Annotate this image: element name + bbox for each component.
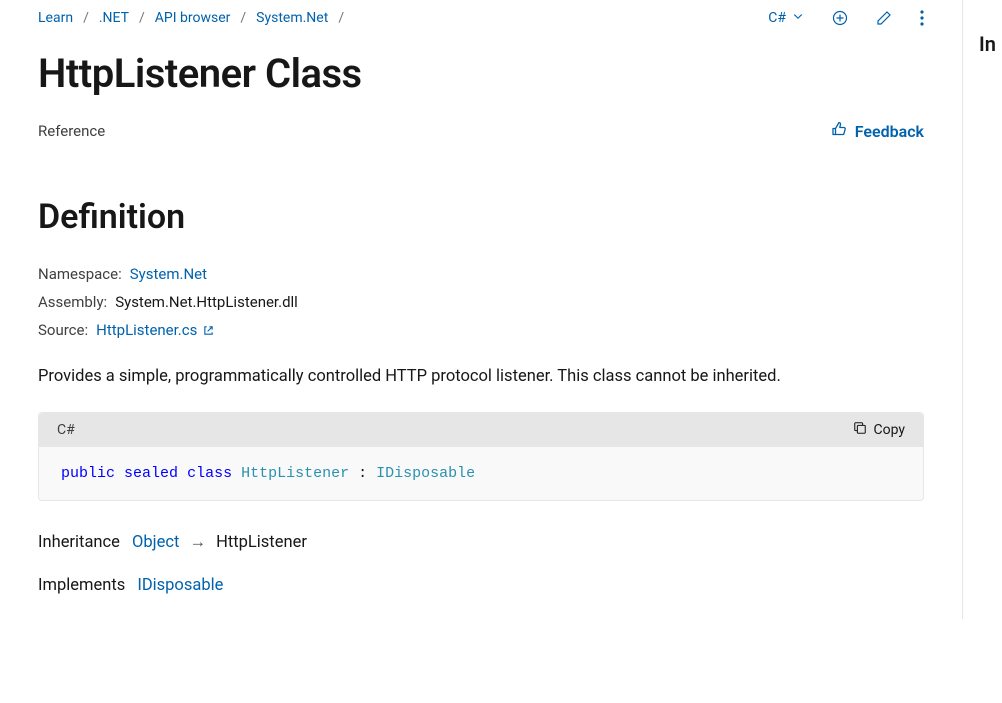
inheritance-label: Inheritance [38, 533, 120, 552]
implements-label: Implements [38, 576, 125, 595]
inheritance-row: Inheritance Object → HttpListener [38, 533, 924, 552]
copy-button[interactable]: Copy [853, 421, 905, 439]
add-icon[interactable] [832, 10, 848, 26]
breadcrumb-system-net[interactable]: System.Net [256, 10, 328, 26]
implements-link[interactable]: IDisposable [137, 576, 223, 595]
token-colon: : [358, 465, 376, 482]
feedback-label: Feedback [855, 122, 924, 141]
code-content: public sealed class HttpListener : IDisp… [39, 447, 923, 500]
token-keyword: sealed [124, 465, 178, 482]
language-picker[interactable]: C# [768, 10, 804, 26]
inheritance-base-link[interactable]: Object [132, 533, 179, 552]
namespace-label: Namespace: [38, 265, 122, 283]
token-type: HttpListener [241, 465, 349, 482]
assembly-label: Assembly: [38, 293, 107, 311]
code-block: C# Copy public sealed class HttpListener… [38, 412, 924, 501]
copy-label: Copy [873, 422, 905, 438]
implements-row: Implements IDisposable [38, 576, 924, 595]
token-keyword: public [61, 465, 115, 482]
chevron-down-icon [792, 10, 804, 26]
arrow-icon: → [189, 533, 206, 552]
more-icon[interactable] [920, 10, 924, 26]
token-keyword: class [187, 465, 232, 482]
token-type: IDisposable [376, 465, 475, 482]
code-language-label: C# [57, 422, 75, 438]
source-link[interactable]: HttpListener.cs [96, 321, 214, 339]
reference-label: Reference [38, 122, 105, 140]
breadcrumb-separator: / [338, 10, 344, 26]
breadcrumb-separator: / [240, 10, 246, 26]
feedback-button[interactable]: Feedback [831, 121, 924, 141]
class-description: Provides a simple, programmatically cont… [38, 365, 924, 390]
breadcrumb-separator: / [83, 10, 89, 26]
side-panel-label: In [979, 32, 996, 56]
namespace-link[interactable]: System.Net [130, 265, 207, 283]
external-link-icon [203, 325, 214, 336]
breadcrumb-api-browser[interactable]: API browser [155, 10, 231, 26]
breadcrumb-separator: / [139, 10, 145, 26]
source-label: Source: [38, 321, 88, 339]
language-label: C# [768, 10, 786, 26]
side-panel: In [962, 0, 1002, 619]
metadata-list: Namespace: System.Net Assembly: System.N… [38, 265, 924, 339]
page-actions: C# [768, 10, 924, 26]
edit-icon[interactable] [876, 10, 892, 26]
copy-icon [853, 421, 867, 439]
page-title: HttpListener Class [38, 50, 924, 97]
definition-heading: Definition [38, 197, 924, 237]
breadcrumb: Learn / .NET / API browser / System.Net … [38, 10, 344, 26]
source-value: HttpListener.cs [96, 321, 197, 339]
inheritance-self: HttpListener [216, 533, 307, 552]
breadcrumb-learn[interactable]: Learn [38, 10, 73, 26]
breadcrumb-dotnet[interactable]: .NET [99, 10, 129, 26]
thumbs-up-icon [831, 121, 847, 141]
assembly-value: System.Net.HttpListener.dll [115, 293, 298, 311]
